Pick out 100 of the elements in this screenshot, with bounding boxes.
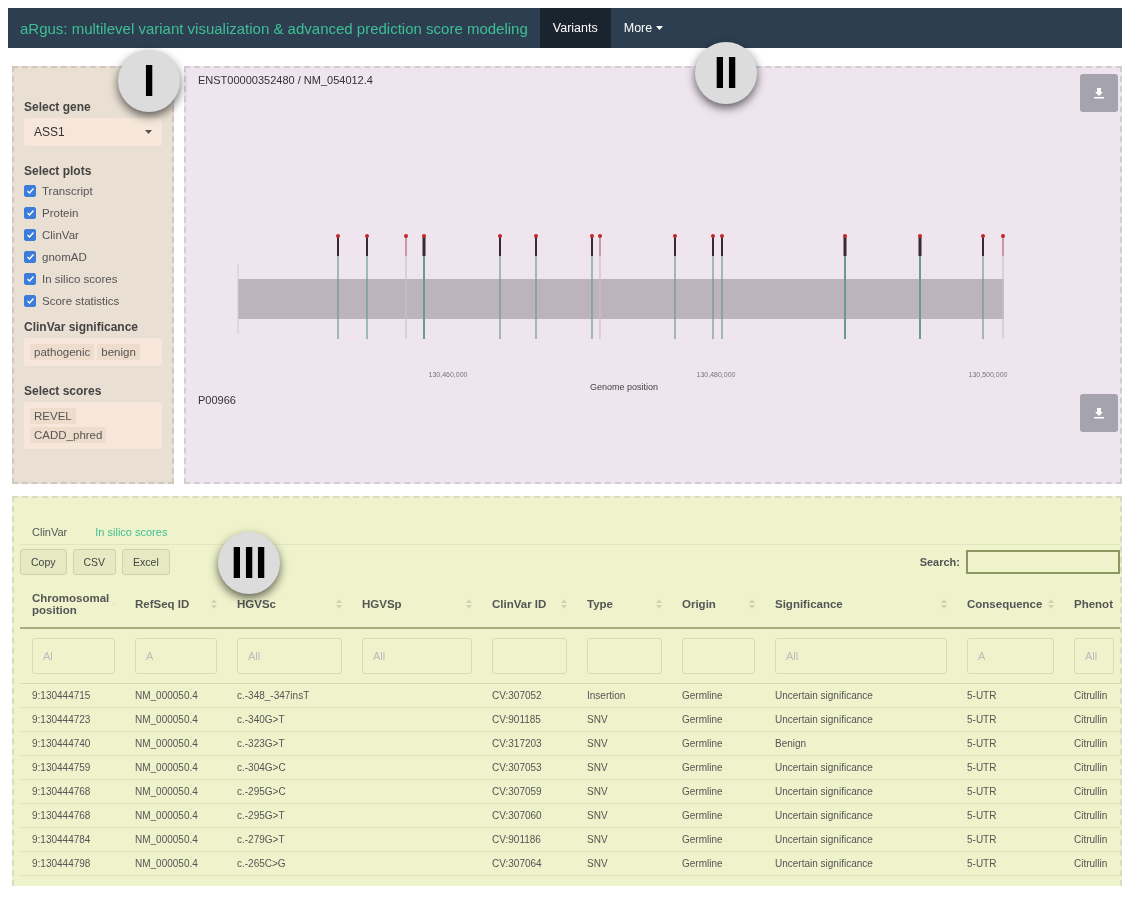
table-cell: CV:307064 <box>492 858 542 869</box>
table-cell: NM_000050.4 <box>135 738 198 749</box>
check-icon <box>26 254 34 260</box>
nav-item[interactable]: Variants <box>539 8 611 48</box>
check-icon <box>26 188 34 194</box>
plot-checkbox[interactable]: Score statistics <box>24 292 162 310</box>
column-filter[interactable]: All <box>362 638 472 674</box>
table-cell: SNV <box>587 810 608 821</box>
table-cell: NM_000050.4 <box>135 786 198 797</box>
plot-checkbox[interactable]: Protein <box>24 204 162 222</box>
field-label: Select gene <box>24 100 92 114</box>
table-cell: 9:130444798 <box>32 858 91 869</box>
column-header[interactable]: Chromosomal position <box>32 592 110 616</box>
transcript-id: ENST00000352480 / NM_054012.4 <box>198 74 373 86</box>
check-icon <box>26 276 34 282</box>
table-cell: Germline <box>682 762 723 773</box>
export-button[interactable]: Copy <box>20 549 67 575</box>
table-cell: Germline <box>682 858 723 869</box>
table-cell: Benign <box>775 738 807 749</box>
checkbox[interactable] <box>24 295 36 307</box>
table-cell: CV:307053 <box>492 762 542 773</box>
table-cell: Germline <box>682 690 723 701</box>
significance-select[interactable]: pathogenic benign <box>24 338 162 366</box>
callout-label: I <box>118 50 180 112</box>
check-icon <box>26 232 34 238</box>
gene-select[interactable]: ASS1 <box>24 118 162 146</box>
plot-checkbox[interactable]: ClinVar <box>24 226 162 244</box>
column-filter[interactable]: All <box>237 638 342 674</box>
selected-tag[interactable]: CADD_phred <box>30 427 107 443</box>
column-filter[interactable]: All <box>1074 638 1114 674</box>
table-cell: NM_000050.4 <box>135 762 198 773</box>
table-cell: 5-UTR <box>967 858 997 869</box>
table-cell: Uncertain significance <box>775 714 873 725</box>
field-label: ClinVar significance <box>24 320 140 334</box>
table-cell: SNV <box>587 786 608 797</box>
export-button[interactable]: CSV <box>72 549 117 575</box>
column-header[interactable]: Significance <box>775 598 843 610</box>
field-label: Select scores <box>24 384 103 398</box>
column-header[interactable]: Consequence <box>967 598 1043 610</box>
checkbox[interactable] <box>24 229 36 241</box>
table-cell: 5-UTR <box>967 738 997 749</box>
checkbox[interactable] <box>24 273 36 285</box>
checkbox[interactable] <box>24 185 36 197</box>
table-cell: Germline <box>682 810 723 821</box>
table-cell: NM_000050.4 <box>135 834 198 845</box>
table-cell: SNV <box>587 738 608 749</box>
column-header[interactable]: HGVSp <box>362 598 402 610</box>
plot-checkbox[interactable]: Transcript <box>24 182 162 200</box>
table-cell: c.-295G>C <box>237 786 286 797</box>
selected-tag[interactable]: benign <box>97 344 140 360</box>
table-cell: Citrullin <box>1074 858 1108 869</box>
table-cell: 9:130444740 <box>32 738 91 749</box>
table-cell: Citrullin <box>1074 690 1108 701</box>
table-cell: Uncertain significance <box>775 786 873 797</box>
column-header[interactable]: Origin <box>682 598 716 610</box>
selected-tag[interactable]: pathogenic <box>30 344 95 360</box>
column-filter[interactable]: All <box>775 638 947 674</box>
table-cell: NM_000050.4 <box>135 714 198 725</box>
download-icon <box>1093 407 1105 419</box>
table-cell: SNV <box>587 834 608 845</box>
download-button[interactable] <box>1080 394 1118 432</box>
column-header[interactable]: Phenot <box>1074 598 1113 610</box>
caret-icon <box>145 130 152 134</box>
column-header[interactable]: Type <box>587 598 613 610</box>
table-cell: Citrullin <box>1074 762 1108 773</box>
table-cell: 9:130444723 <box>32 714 91 725</box>
table-cell: Germline <box>682 738 723 749</box>
selected-tag[interactable]: REVEL <box>30 408 76 424</box>
table-cell: 5-UTR <box>967 834 997 845</box>
plot-checkbox[interactable]: gnomAD <box>24 248 162 266</box>
table-cell: CV:307052 <box>492 690 542 701</box>
nav-item[interactable]: More <box>610 8 677 48</box>
checkbox[interactable] <box>24 207 36 219</box>
table-cell: c.-279G>T <box>237 834 285 845</box>
column-filter[interactable]: A <box>967 638 1054 674</box>
table-cell: NM_000050.4 <box>135 858 198 869</box>
column-header[interactable]: RefSeq ID <box>135 598 190 610</box>
column-header[interactable]: ClinVar ID <box>492 598 547 610</box>
app-title: aRgus: multilevel variant visualization & advanced prediction score modeling <box>19 18 529 39</box>
table-cell: c.-323G>T <box>237 738 285 749</box>
table-cell: 5-UTR <box>967 690 997 701</box>
table-cell: Uncertain significance <box>775 690 873 701</box>
column-header[interactable]: HGVSc <box>237 598 276 610</box>
download-button[interactable] <box>1080 74 1118 112</box>
search-field[interactable] <box>966 550 1120 574</box>
table-cell: CV:901185 <box>492 714 541 725</box>
column-filter[interactable]: Al <box>32 638 115 674</box>
table-cell: 5-UTR <box>967 762 997 773</box>
column-filter[interactable]: A <box>135 638 217 674</box>
checkbox[interactable] <box>24 251 36 263</box>
plot-checkbox[interactable]: In silico scores <box>24 270 162 288</box>
table-cell: Uncertain significance <box>775 762 873 773</box>
table-cell: NM_000050.4 <box>135 690 198 701</box>
table-cell: 5-UTR <box>967 810 997 821</box>
table-cell: c.-265C>G <box>237 858 286 869</box>
export-button[interactable]: Excel <box>122 549 170 575</box>
table-cell: Germline <box>682 786 723 797</box>
scores-select[interactable]: REVEL CADD_phred <box>24 402 162 449</box>
table-cell: 5-UTR <box>967 714 997 725</box>
table-cell: SNV <box>587 762 608 773</box>
